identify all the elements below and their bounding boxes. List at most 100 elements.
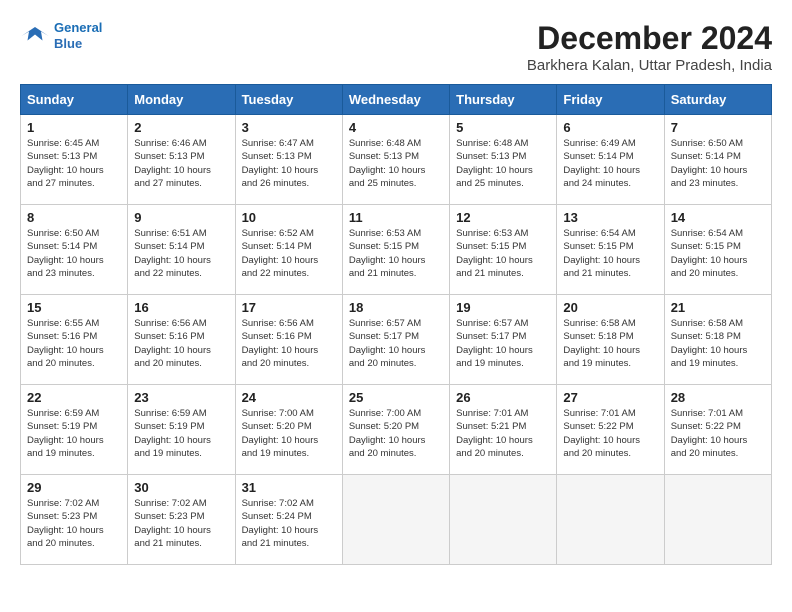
calendar-cell: 21Sunrise: 6:58 AMSunset: 5:18 PMDayligh…: [664, 295, 771, 385]
header-monday: Monday: [128, 85, 235, 115]
calendar-cell: 30 Sunrise: 7:02 AMSunset: 5:23 PMDayligh…: [128, 475, 235, 565]
day-content: Sunrise: 6:54 AMSunset: 5:15 PMDaylight:…: [671, 227, 765, 280]
day-number: 21: [671, 300, 765, 315]
day-number: 24: [242, 390, 336, 405]
day-number: 25: [349, 390, 443, 405]
calendar-cell: [664, 475, 771, 565]
day-content: Sunrise: 6:47 AMSunset: 5:13 PMDaylight:…: [242, 137, 336, 190]
calendar-header-row: SundayMondayTuesdayWednesdayThursdayFrid…: [21, 85, 772, 115]
calendar-title: December 2024: [527, 20, 772, 57]
day-number: 7: [671, 120, 765, 135]
calendar-cell: 1 Sunrise: 6:45 AMSunset: 5:13 PMDaylight…: [21, 115, 128, 205]
calendar-cell: 27 Sunrise: 7:01 AMSunset: 5:22 PMDayligh…: [557, 385, 664, 475]
day-number: 30: [134, 480, 228, 495]
day-content: Sunrise: 7:01 AMSunset: 5:22 PMDaylight:…: [563, 407, 657, 460]
day-content: Sunrise: 7:02 AMSunset: 5:24 PMDaylight:…: [242, 497, 336, 550]
day-number: 11: [349, 210, 443, 225]
day-content: Sunrise: 6:57 AMSunset: 5:17 PMDaylight:…: [456, 317, 550, 370]
week-row-0: 1 Sunrise: 6:45 AMSunset: 5:13 PMDaylight…: [21, 115, 772, 205]
logo-icon: [20, 24, 50, 48]
week-row-3: 22Sunrise: 6:59 AMSunset: 5:19 PMDayligh…: [21, 385, 772, 475]
day-content: Sunrise: 6:54 AMSunset: 5:15 PMDaylight:…: [563, 227, 657, 280]
calendar-cell: 12 Sunrise: 6:53 AMSunset: 5:15 PMDayligh…: [450, 205, 557, 295]
day-content: Sunrise: 7:02 AMSunset: 5:23 PMDaylight:…: [134, 497, 228, 550]
calendar-cell: 8Sunrise: 6:50 AMSunset: 5:14 PMDaylight…: [21, 205, 128, 295]
day-number: 12: [456, 210, 550, 225]
calendar-cell: 2Sunrise: 6:46 AMSunset: 5:13 PMDaylight…: [128, 115, 235, 205]
day-number: 17: [242, 300, 336, 315]
day-content: Sunrise: 6:58 AMSunset: 5:18 PMDaylight:…: [563, 317, 657, 370]
day-number: 4: [349, 120, 443, 135]
day-content: Sunrise: 7:02 AMSunset: 5:23 PMDaylight:…: [27, 497, 121, 550]
calendar-cell: [342, 475, 449, 565]
day-number: 26: [456, 390, 550, 405]
day-content: Sunrise: 7:01 AMSunset: 5:21 PMDaylight:…: [456, 407, 550, 460]
day-content: Sunrise: 6:50 AMSunset: 5:14 PMDaylight:…: [671, 137, 765, 190]
day-content: Sunrise: 6:45 AMSunset: 5:13 PMDaylight:…: [27, 137, 121, 190]
header-saturday: Saturday: [664, 85, 771, 115]
calendar-cell: 4 Sunrise: 6:48 AMSunset: 5:13 PMDaylight…: [342, 115, 449, 205]
header-friday: Friday: [557, 85, 664, 115]
calendar-cell: [450, 475, 557, 565]
calendar-table: SundayMondayTuesdayWednesdayThursdayFrid…: [20, 84, 772, 565]
calendar-cell: 7 Sunrise: 6:50 AMSunset: 5:14 PMDaylight…: [664, 115, 771, 205]
day-number: 19: [456, 300, 550, 315]
calendar-cell: 23Sunrise: 6:59 AMSunset: 5:19 PMDayligh…: [128, 385, 235, 475]
day-number: 28: [671, 390, 765, 405]
day-content: Sunrise: 6:57 AMSunset: 5:17 PMDaylight:…: [349, 317, 443, 370]
calendar-cell: 22Sunrise: 6:59 AMSunset: 5:19 PMDayligh…: [21, 385, 128, 475]
calendar-cell: 20Sunrise: 6:58 AMSunset: 5:18 PMDayligh…: [557, 295, 664, 385]
calendar-cell: 17Sunrise: 6:56 AMSunset: 5:16 PMDayligh…: [235, 295, 342, 385]
calendar-cell: 31 Sunrise: 7:02 AMSunset: 5:24 PMDayligh…: [235, 475, 342, 565]
logo: General Blue: [20, 20, 102, 51]
day-content: Sunrise: 6:51 AMSunset: 5:14 PMDaylight:…: [134, 227, 228, 280]
week-row-2: 15 Sunrise: 6:55 AMSunset: 5:16 PMDayligh…: [21, 295, 772, 385]
calendar-cell: [557, 475, 664, 565]
calendar-cell: 25 Sunrise: 7:00 AMSunset: 5:20 PMDayligh…: [342, 385, 449, 475]
day-number: 6: [563, 120, 657, 135]
day-number: 9: [134, 210, 228, 225]
calendar-cell: 10 Sunrise: 6:52 AMSunset: 5:14 PMDayligh…: [235, 205, 342, 295]
day-number: 2: [134, 120, 228, 135]
calendar-cell: 3 Sunrise: 6:47 AMSunset: 5:13 PMDaylight…: [235, 115, 342, 205]
header: General Blue December 2024 Barkhera Kala…: [20, 20, 772, 74]
calendar-cell: 26 Sunrise: 7:01 AMSunset: 5:21 PMDayligh…: [450, 385, 557, 475]
day-number: 3: [242, 120, 336, 135]
calendar-cell: 13Sunrise: 6:54 AMSunset: 5:15 PMDayligh…: [557, 205, 664, 295]
header-wednesday: Wednesday: [342, 85, 449, 115]
day-number: 14: [671, 210, 765, 225]
day-content: Sunrise: 7:00 AMSunset: 5:20 PMDaylight:…: [349, 407, 443, 460]
day-content: Sunrise: 6:48 AMSunset: 5:13 PMDaylight:…: [349, 137, 443, 190]
header-sunday: Sunday: [21, 85, 128, 115]
day-content: Sunrise: 6:53 AMSunset: 5:15 PMDaylight:…: [349, 227, 443, 280]
day-content: Sunrise: 6:52 AMSunset: 5:14 PMDaylight:…: [242, 227, 336, 280]
day-content: Sunrise: 6:55 AMSunset: 5:16 PMDaylight:…: [27, 317, 121, 370]
day-number: 16: [134, 300, 228, 315]
calendar-cell: 29Sunrise: 7:02 AMSunset: 5:23 PMDayligh…: [21, 475, 128, 565]
day-number: 10: [242, 210, 336, 225]
calendar-cell: 11 Sunrise: 6:53 AMSunset: 5:15 PMDayligh…: [342, 205, 449, 295]
calendar-cell: 14 Sunrise: 6:54 AMSunset: 5:15 PMDayligh…: [664, 205, 771, 295]
day-number: 31: [242, 480, 336, 495]
calendar-cell: 18 Sunrise: 6:57 AMSunset: 5:17 PMDayligh…: [342, 295, 449, 385]
day-number: 27: [563, 390, 657, 405]
logo-line1: General: [54, 20, 102, 35]
header-tuesday: Tuesday: [235, 85, 342, 115]
logo-text: General Blue: [54, 20, 102, 51]
calendar-cell: 19 Sunrise: 6:57 AMSunset: 5:17 PMDayligh…: [450, 295, 557, 385]
day-number: 15: [27, 300, 121, 315]
day-content: Sunrise: 6:56 AMSunset: 5:16 PMDaylight:…: [134, 317, 228, 370]
day-number: 18: [349, 300, 443, 315]
day-content: Sunrise: 6:50 AMSunset: 5:14 PMDaylight:…: [27, 227, 121, 280]
calendar-cell: 24 Sunrise: 7:00 AMSunset: 5:20 PMDayligh…: [235, 385, 342, 475]
day-content: Sunrise: 6:53 AMSunset: 5:15 PMDaylight:…: [456, 227, 550, 280]
logo-line2: Blue: [54, 36, 82, 51]
calendar-cell: 15 Sunrise: 6:55 AMSunset: 5:16 PMDayligh…: [21, 295, 128, 385]
calendar-cell: 9 Sunrise: 6:51 AMSunset: 5:14 PMDaylight…: [128, 205, 235, 295]
day-content: Sunrise: 6:59 AMSunset: 5:19 PMDaylight:…: [134, 407, 228, 460]
day-content: Sunrise: 7:01 AMSunset: 5:22 PMDaylight:…: [671, 407, 765, 460]
header-thursday: Thursday: [450, 85, 557, 115]
week-row-4: 29Sunrise: 7:02 AMSunset: 5:23 PMDayligh…: [21, 475, 772, 565]
day-number: 1: [27, 120, 121, 135]
day-content: Sunrise: 7:00 AMSunset: 5:20 PMDaylight:…: [242, 407, 336, 460]
